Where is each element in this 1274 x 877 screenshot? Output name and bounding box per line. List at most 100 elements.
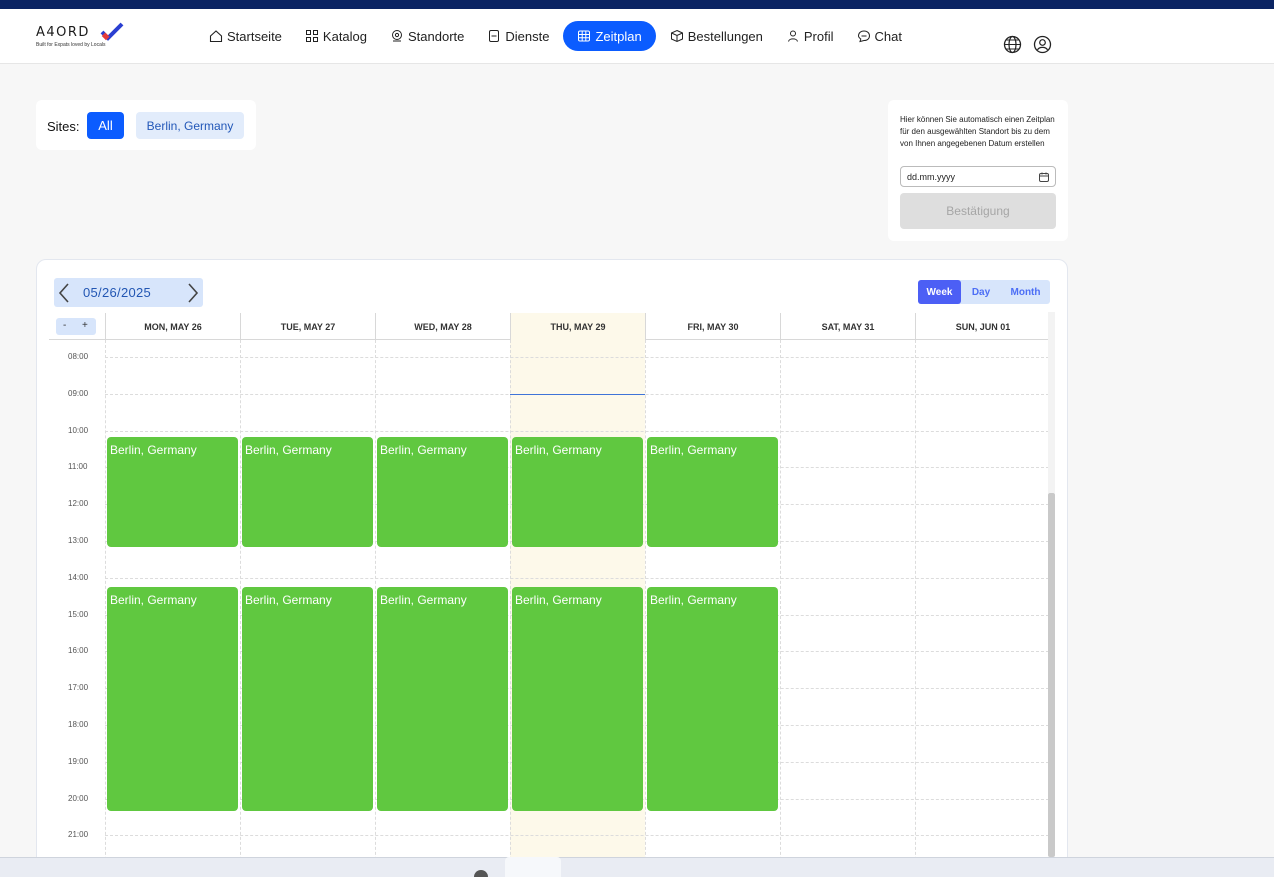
nav-label: Standorte [408,28,465,44]
hour-label: 09:00 [68,388,89,398]
chat-icon [857,30,870,43]
site-filter-berlin-button[interactable]: Berlin, Germany [136,112,244,139]
scrollbar-thumb[interactable] [1048,493,1055,857]
table-icon [578,30,591,42]
user-icon [787,30,798,42]
schedule-end-date-field[interactable]: dd.mm.yyyy [900,166,1056,187]
hour-label: 20:00 [68,793,89,803]
calendar-event[interactable]: Berlin, Germany [512,436,643,548]
day-header[interactable]: FRI, MAY 30 [645,313,780,340]
nav-label: Startseite [227,28,282,44]
browser-top-strip [0,0,1274,9]
hour-label: 11:00 [68,462,88,472]
calendar-event[interactable]: Berlin, Germany [647,436,778,548]
day-column-divider [375,340,376,876]
hour-label: 19:00 [68,756,89,766]
hour-gridline [105,577,1049,579]
day-header[interactable]: TUE, MAY 27 [240,313,375,340]
day-header[interactable]: SAT, MAY 31 [780,313,915,340]
calendar-event[interactable]: Berlin, Germany [647,587,778,811]
nav-label: Profil [803,28,834,44]
top-navbar: A4ORD Built for Expats loved by Locals S… [0,9,1274,64]
home-icon [209,30,223,43]
zoom-controls: - + [56,318,96,335]
nav-standorte[interactable]: Standorte [381,21,473,51]
hour-gridline [105,357,1049,358]
scrollbar-track[interactable] [1048,312,1055,493]
logo-tagline: Built for Expats loved by Locals [36,42,106,48]
day-header[interactable]: WED, MAY 28 [375,313,510,340]
day-column-divider [645,340,646,876]
logo[interactable]: A4ORD Built for Expats loved by Locals [36,22,136,52]
view-day-button[interactable]: Day [961,280,1001,304]
chevron-right-icon [188,282,199,303]
calendar-event[interactable]: Berlin, Germany [377,587,508,811]
zoom-in-button[interactable]: + [82,320,88,331]
nav-bestellungen[interactable]: Bestellungen [661,21,772,51]
hour-label: 08:00 [68,352,89,361]
taskbar-active-window[interactable] [505,857,561,877]
sites-label: Sites: [47,119,80,134]
nav-label: Zeitplan [595,28,642,44]
calendar-event[interactable]: Berlin, Germany [242,587,373,811]
nav-label: Bestellungen [687,28,763,44]
nav-chat[interactable]: Chat [848,21,911,51]
nav-katalog[interactable]: Katalog [296,21,376,51]
hour-label: 10:00 [68,425,89,435]
nav-zeitplan[interactable]: Zeitplan [563,21,656,51]
clipboard-icon [489,30,500,42]
nav-dienste[interactable]: Dienste [478,21,558,51]
schedule-calendar: 05/26/2025 Week Day Month MON, MAY 26 TUE… [36,259,1068,877]
nav-profil[interactable]: Profil [777,21,843,51]
hour-label: 13:00 [68,536,89,545]
site-filter-all-button[interactable]: All [87,112,124,139]
calendar-event[interactable]: Berlin, Germany [107,436,238,548]
zoom-out-button[interactable]: - [63,320,66,331]
calendar-icon[interactable] [1039,172,1049,182]
main-nav: Startseite Katalog Standorte Dienste Zei… [200,21,916,51]
globe-icon[interactable] [1003,35,1022,54]
current-time-indicator [510,393,645,395]
nav-startseite[interactable]: Startseite [200,21,291,51]
hour-label: 15:00 [68,609,89,619]
taskbar-app-icon[interactable] [474,870,488,877]
nav-label: Dienste [505,28,550,44]
calendar-event[interactable]: Berlin, Germany [107,587,238,811]
day-column-divider [915,340,916,876]
calendar-event[interactable]: Berlin, Germany [512,587,643,811]
logo-check-icon [100,22,124,41]
os-taskbar [0,857,1274,877]
confirm-button[interactable]: Bestätigung [900,193,1056,229]
view-week-button[interactable]: Week [918,280,961,304]
current-date-display[interactable]: 05/26/2025 [74,278,183,307]
sites-filter: Sites: All Berlin, Germany [36,100,256,150]
day-column-divider [780,340,781,876]
location-icon [392,30,403,42]
hour-label: 14:00 [68,572,89,582]
account-icon[interactable] [1033,35,1052,54]
grid-icon [305,30,318,42]
day-header[interactable]: MON, MAY 26 [105,313,240,340]
box-icon [670,29,683,43]
day-header-row: MON, MAY 26 TUE, MAY 27 WED, MAY 28 THU, MA… [49,313,1051,340]
day-column-divider [510,340,511,876]
day-header[interactable]: THU, MAY 29 [510,313,645,340]
auto-schedule-description: Hier können Sie automatisch einen Zeitpl… [900,115,1055,148]
calendar-event[interactable]: Berlin, Germany [242,436,373,548]
day-header[interactable]: SUN, JUN 01 [915,313,1050,340]
chevron-left-icon [58,282,69,303]
time-grid: 08:00 09:00 10:00 11:00 12:00 13:00 14:00 15:00… [49,340,1051,876]
hour-label: 17:00 [68,683,89,693]
nav-label: Chat [874,28,902,44]
date-navigator: 05/26/2025 [54,278,203,307]
calendar-event[interactable]: Berlin, Germany [377,436,508,548]
view-month-button[interactable]: Month [1001,280,1050,304]
hour-gridline [105,430,1049,432]
day-column-divider [240,340,241,876]
previous-week-button[interactable] [54,278,74,307]
next-week-button[interactable] [183,278,203,307]
hour-gridline [105,835,1049,837]
date-placeholder: dd.mm.yyyy [907,172,956,182]
nav-label: Katalog [322,28,368,44]
day-column-divider [105,340,106,876]
